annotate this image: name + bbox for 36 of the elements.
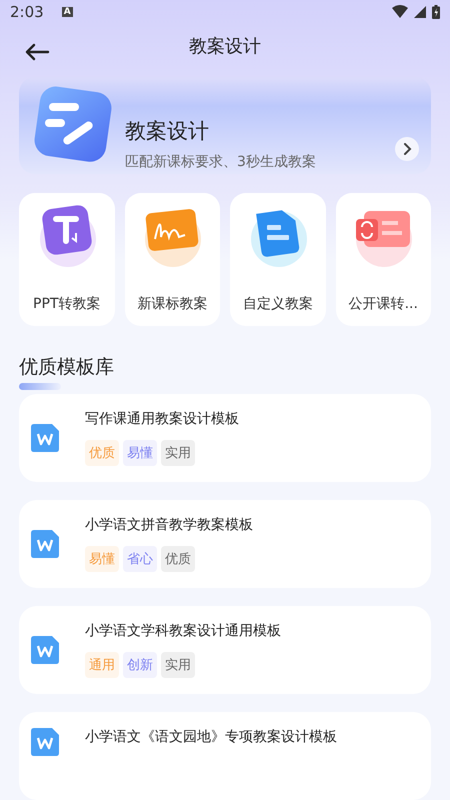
template-title: 写作课通用教案设计模板	[85, 410, 239, 428]
battery-icon	[432, 4, 440, 19]
feature-card[interactable]: 公开课转...	[336, 192, 431, 326]
signal-icon	[414, 6, 426, 18]
wifi-icon	[392, 5, 408, 18]
status-time: 2:03	[10, 2, 44, 21]
word-file-icon	[31, 530, 59, 558]
template-tag: 通用	[85, 652, 119, 678]
template-card[interactable]: 写作课通用教案设计模板 优质 易懂 实用	[19, 394, 431, 482]
banner-title: 教案设计	[125, 118, 210, 145]
template-title: 小学语文学科教案设计通用模板	[85, 622, 281, 640]
template-card[interactable]: 小学语文拼音教学教案模板 易懂 省心 优质	[19, 500, 431, 588]
feature-card[interactable]: 自定义教案	[230, 192, 326, 326]
template-tag: 优质	[161, 546, 195, 572]
word-file-icon	[31, 636, 59, 664]
word-file-icon	[31, 424, 59, 452]
template-title: 小学语文拼音教学教案模板	[85, 516, 253, 534]
template-tag: 创新	[123, 652, 157, 678]
section-accent	[19, 382, 61, 390]
template-tag: 易懂	[123, 440, 157, 466]
template-tag: 实用	[161, 652, 195, 678]
template-tag: 优质	[85, 440, 119, 466]
template-tag: 实用	[161, 440, 195, 466]
template-card[interactable]: 小学语文学科教案设计通用模板 通用 创新 实用	[19, 606, 431, 694]
feature-card[interactable]: PPT转教案	[19, 192, 114, 326]
template-card[interactable]: 小学语文《语文园地》专项教案设计模板	[19, 712, 431, 800]
section-title: 优质模板库	[19, 358, 114, 378]
word-file-icon	[31, 728, 59, 756]
chevron-right-icon	[395, 136, 419, 161]
template-title: 小学语文《语文园地》专项教案设计模板	[85, 728, 337, 746]
page-title: 教案设计	[189, 35, 261, 58]
feature-card[interactable]: 新课标教案	[124, 192, 220, 326]
template-tag: 省心	[123, 546, 157, 572]
banner-subtitle: 匹配新课标要求、3秒生成教案	[125, 152, 317, 171]
notification-badge: A	[62, 6, 73, 17]
template-tag: 易懂	[85, 546, 119, 572]
